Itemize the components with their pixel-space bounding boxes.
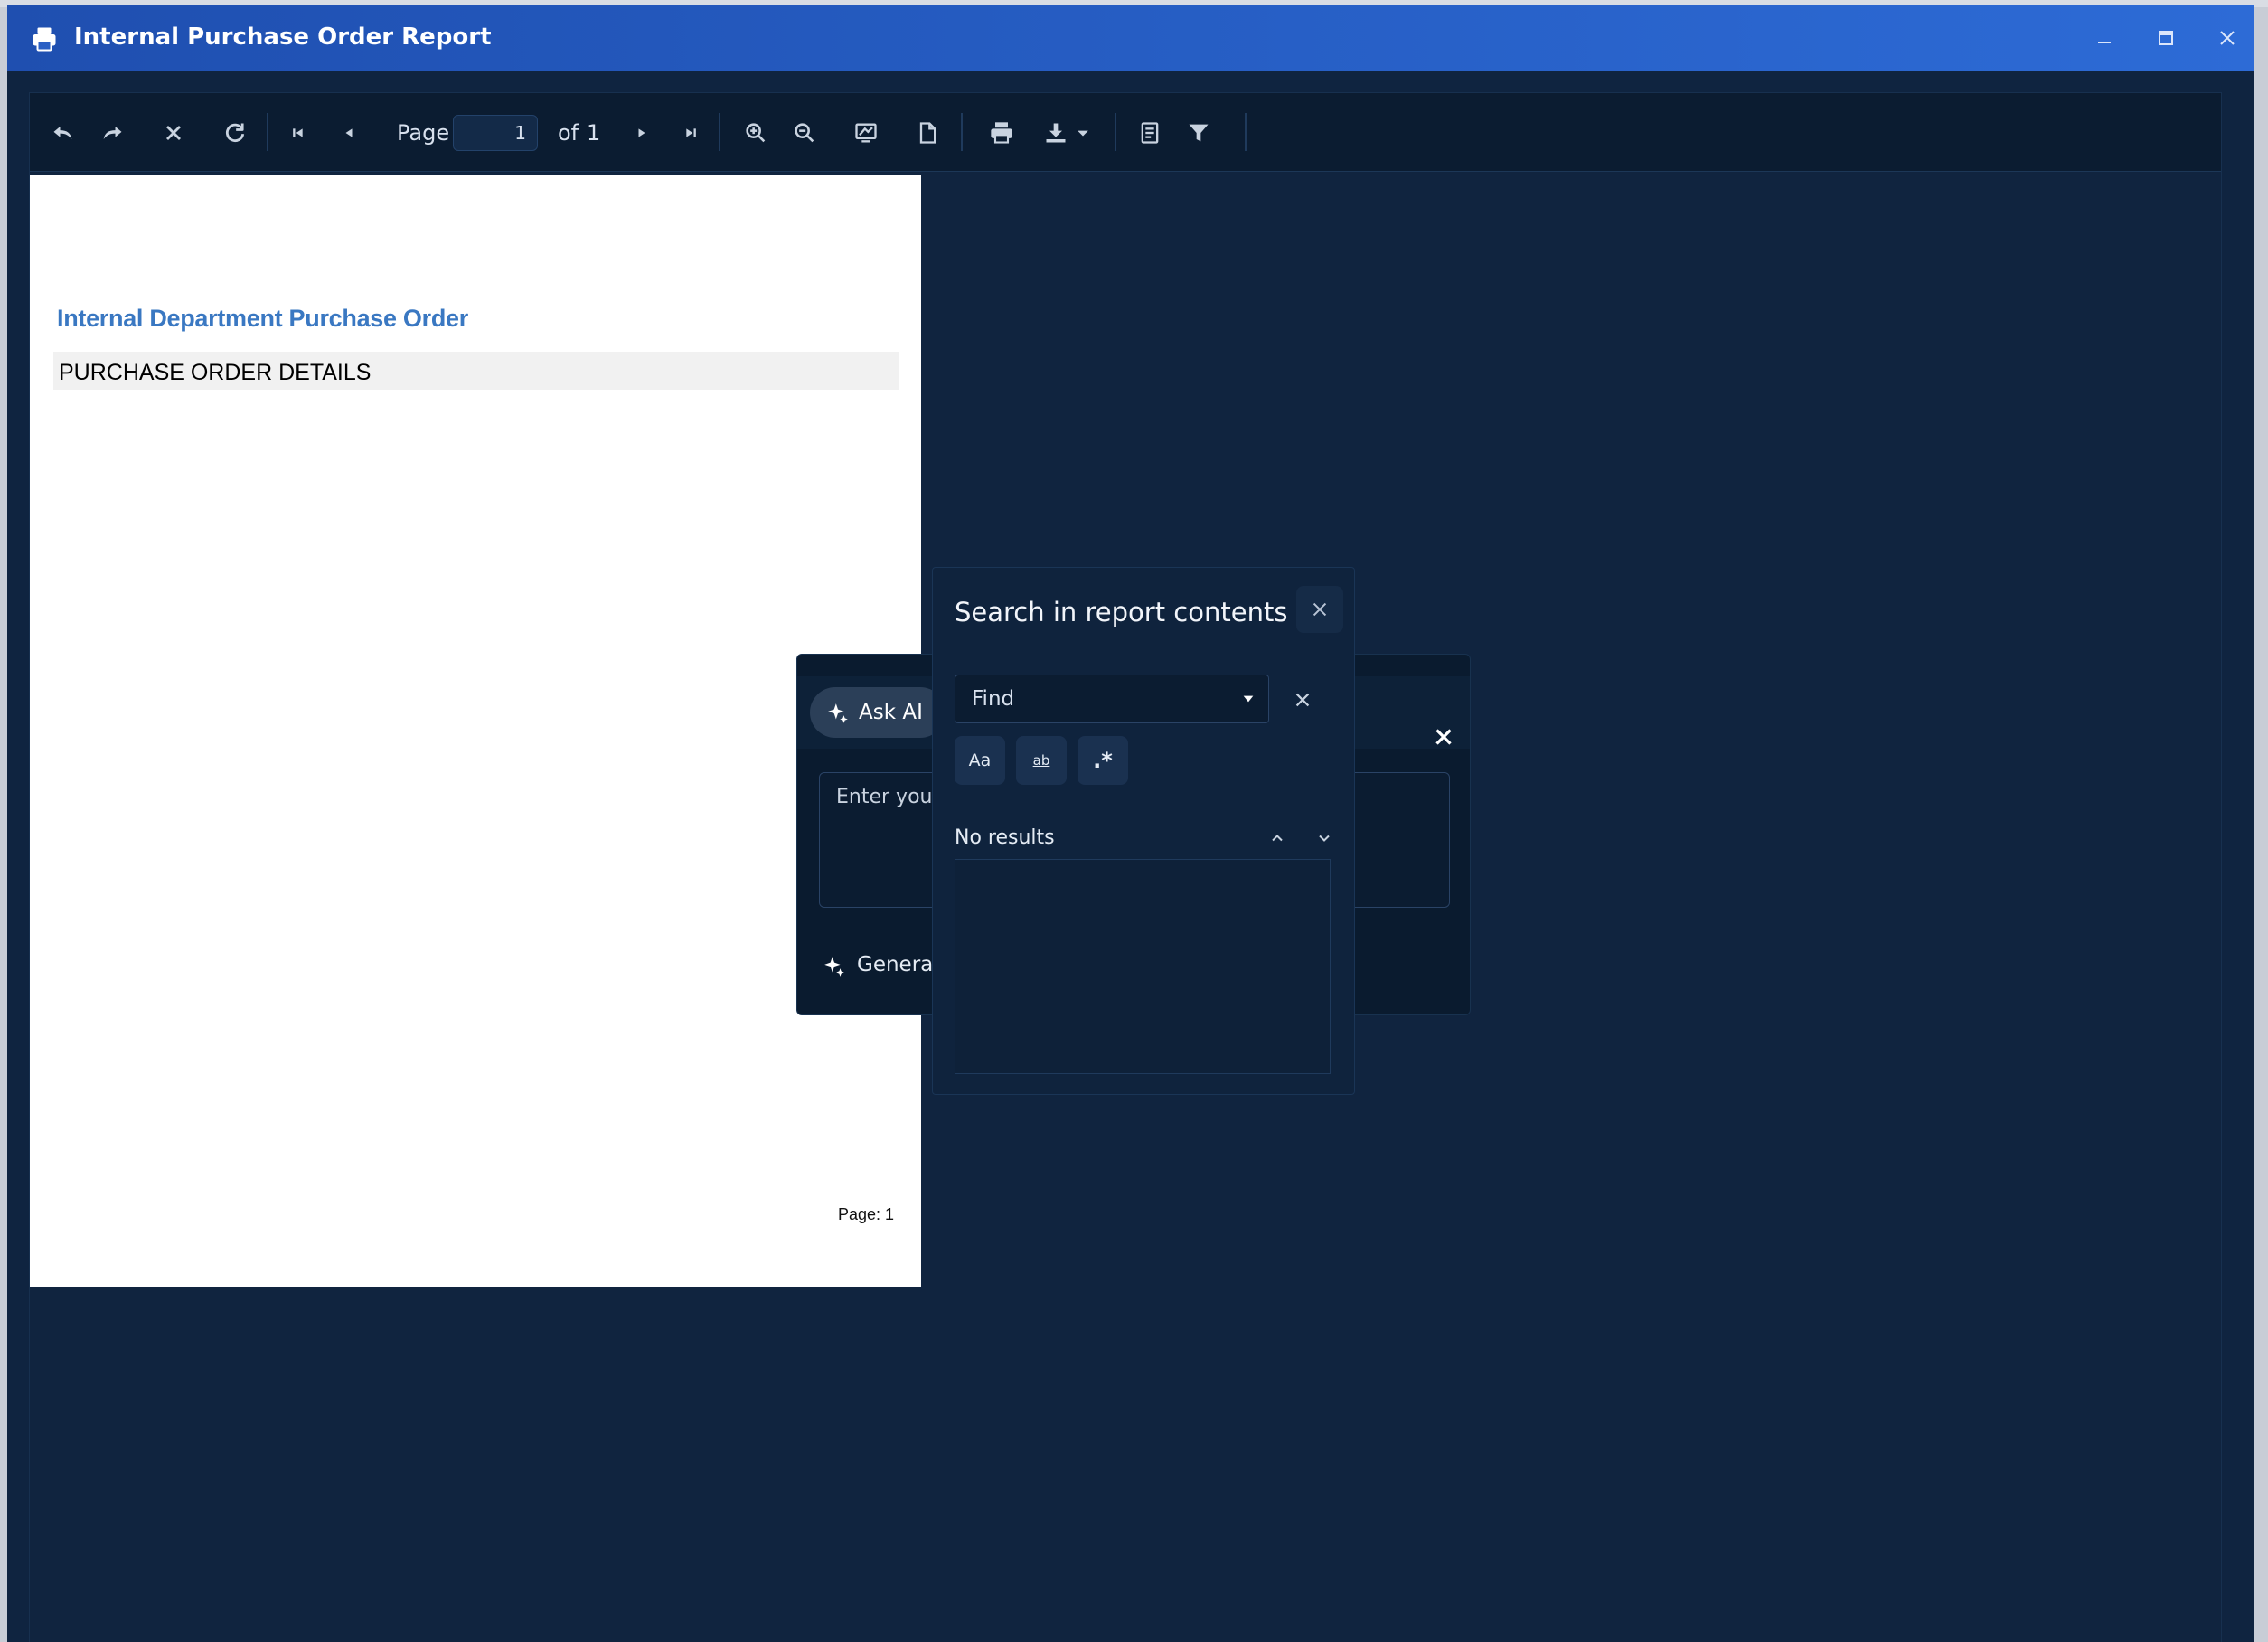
title-bar: Internal Purchase Order Report — [7, 5, 2254, 71]
close-window-button[interactable] — [2209, 20, 2245, 56]
page-of-label: of — [558, 120, 579, 146]
maximize-button[interactable] — [2148, 20, 2184, 56]
generate-label: Generat — [857, 953, 942, 977]
clear-find-button[interactable] — [1287, 684, 1318, 714]
match-case-toggle[interactable]: Aa — [955, 736, 1005, 785]
close-icon — [1435, 729, 1452, 745]
minimize-button[interactable] — [2086, 20, 2122, 56]
search-panel-title: Search in report contents — [955, 597, 1288, 628]
report-window: Internal Purchase Order Report Page 1 of… — [7, 5, 2254, 1642]
ask-ai-label: Ask AI — [859, 701, 923, 724]
previous-page-icon[interactable] — [334, 118, 364, 148]
refresh-icon[interactable] — [220, 118, 250, 148]
last-page-icon[interactable] — [675, 118, 706, 148]
window-title: Internal Purchase Order Report — [74, 24, 492, 51]
chevron-down-icon — [1243, 695, 1254, 703]
export-dropdown-chevron-icon[interactable] — [1068, 118, 1098, 148]
toolbar-separator — [719, 113, 720, 151]
report-page: Internal Department Purchase Order PURCH… — [30, 175, 921, 1287]
report-viewer: Page 1 of 1 Internal Department Purchase… — [29, 92, 2222, 1642]
zoom-in-icon[interactable] — [740, 118, 771, 148]
viewer-toolbar: Page 1 of 1 — [30, 93, 2221, 172]
next-page-icon[interactable] — [626, 118, 657, 148]
printer-icon — [33, 27, 56, 52]
close-icon — [1313, 602, 1327, 617]
find-history-dropdown[interactable] — [1228, 675, 1268, 722]
report-heading: Internal Department Purchase Order — [57, 305, 468, 332]
whole-word-toggle[interactable]: ab — [1016, 736, 1067, 785]
toolbar-separator — [1245, 113, 1247, 151]
page-total: 1 — [587, 120, 601, 146]
find-input[interactable]: Find — [955, 675, 1269, 723]
toolbar-separator — [267, 113, 268, 151]
first-page-icon[interactable] — [283, 118, 314, 148]
search-results-list[interactable] — [955, 859, 1331, 1074]
stop-icon[interactable] — [158, 118, 189, 148]
chevron-down-icon — [1319, 835, 1330, 842]
filter-icon[interactable] — [1183, 118, 1214, 148]
next-result-button[interactable] — [1309, 823, 1340, 854]
page-view-icon[interactable] — [912, 118, 943, 148]
document-map-icon[interactable] — [1134, 118, 1165, 148]
toolbar-separator — [961, 113, 963, 151]
zoom-out-icon[interactable] — [789, 118, 820, 148]
close-icon — [1295, 693, 1310, 707]
close-ai-panel-button[interactable] — [1430, 723, 1461, 754]
page-label: Page — [397, 120, 450, 146]
toolbar-separator — [1115, 113, 1116, 151]
close-search-panel-button[interactable] — [1296, 586, 1343, 633]
previous-result-button[interactable] — [1262, 823, 1293, 854]
chevron-up-icon — [1272, 835, 1283, 842]
regex-toggle[interactable]: .* — [1078, 736, 1128, 785]
section-header-band: PURCHASE ORDER DETAILS — [53, 352, 899, 390]
export-download-icon[interactable] — [1040, 118, 1071, 148]
page-footer: Page: 1 — [837, 1205, 894, 1223]
undo-icon[interactable] — [48, 118, 79, 148]
sparkle-icon — [824, 957, 844, 977]
search-panel: Search in report contents Find Aa ab .* … — [932, 567, 1355, 1095]
ask-ai-tab[interactable]: Ask AI — [810, 687, 946, 738]
section-title: PURCHASE ORDER DETAILS — [59, 360, 372, 385]
search-results-status: No results — [955, 826, 1055, 849]
sparkle-icon — [828, 703, 848, 723]
find-input-value: Find — [972, 687, 1015, 711]
redo-icon[interactable] — [97, 118, 127, 148]
fit-view-icon[interactable] — [851, 118, 881, 148]
print-icon[interactable] — [986, 118, 1017, 148]
page-number-input[interactable]: 1 — [453, 115, 538, 151]
